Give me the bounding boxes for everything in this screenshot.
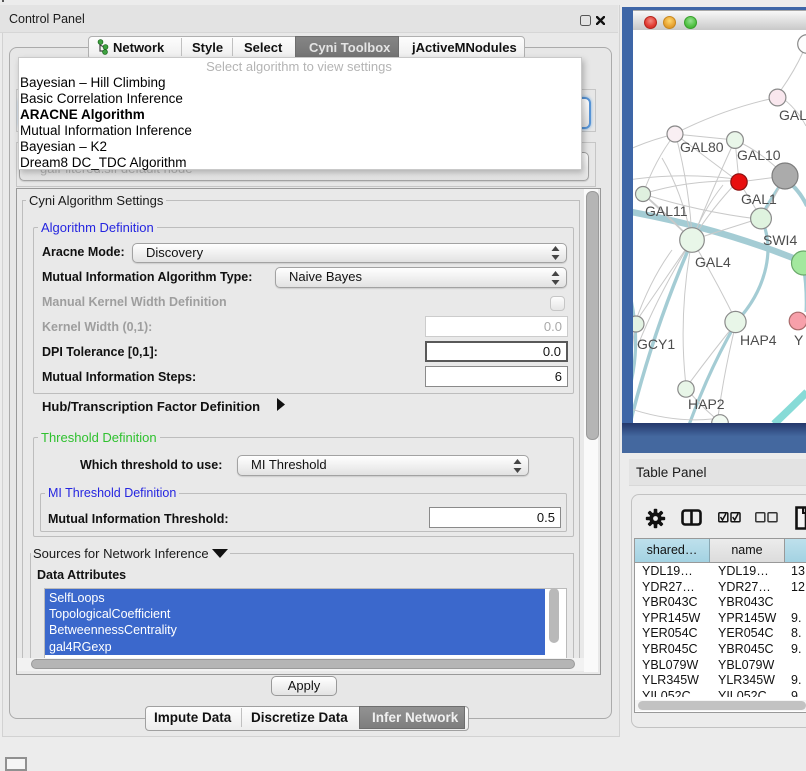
svg-text:GAL10: GAL10 <box>737 147 781 163</box>
svg-text:GAL4: GAL4 <box>695 254 731 270</box>
svg-text:HAP4: HAP4 <box>740 332 777 348</box>
svg-text:GCY1: GCY1 <box>637 336 675 352</box>
svg-text:GAL: GAL <box>779 107 806 123</box>
svg-text:GAL1: GAL1 <box>741 191 777 207</box>
svg-text:GAL11: GAL11 <box>645 203 688 219</box>
svg-text:HAP2: HAP2 <box>688 396 725 412</box>
svg-text:Y: Y <box>794 332 804 348</box>
svg-text:GAL80: GAL80 <box>680 139 724 155</box>
svg-text:SWI4: SWI4 <box>763 232 797 248</box>
